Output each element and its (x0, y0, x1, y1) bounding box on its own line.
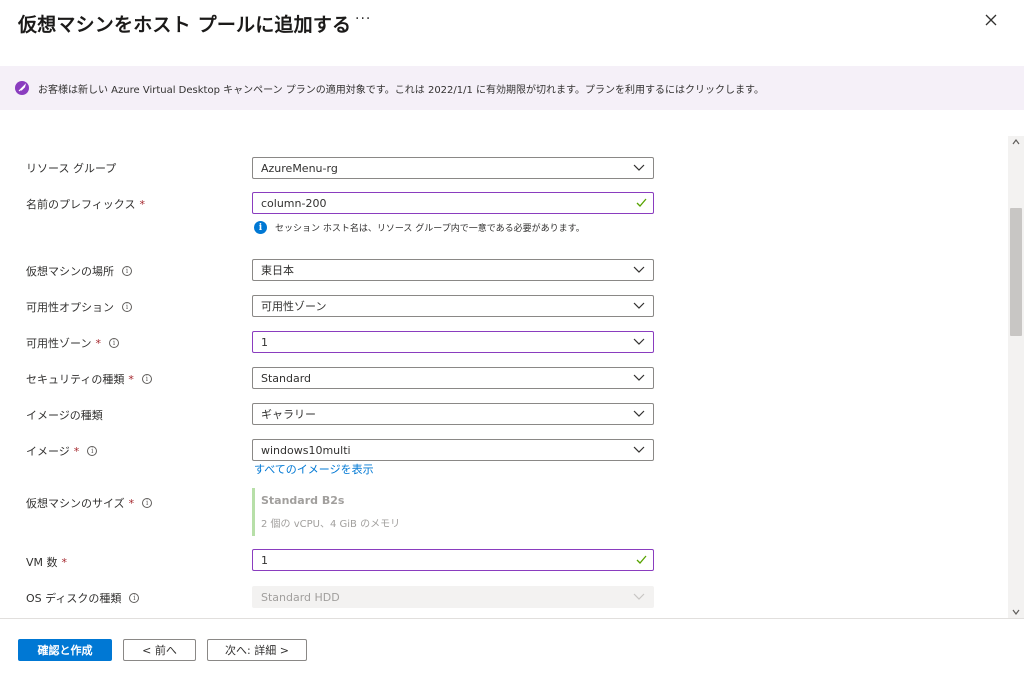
image-select[interactable]: windows10multi (252, 439, 654, 461)
required-marker: * (73, 444, 80, 458)
vm-count-value: 1 (261, 553, 268, 567)
availability-zone-label: 可用性ゾーン * i (26, 335, 119, 351)
availability-option-label-text: 可用性オプション (26, 301, 114, 314)
vm-count-input[interactable]: 1 (252, 549, 654, 571)
security-type-label: セキュリティの種類 * i (26, 371, 152, 387)
availability-option-label: 可用性オプション i (26, 299, 132, 315)
chevron-down-icon (633, 593, 645, 600)
page-title: 仮想マシンをホスト プールに追加する (18, 14, 352, 36)
required-marker: * (61, 555, 68, 569)
resource-group-select[interactable]: AzureMenu-rg (252, 157, 654, 179)
required-marker: * (128, 496, 135, 510)
form-content: リソース グループ AzureMenu-rg 名前のプレフィックス * colu… (0, 110, 1008, 618)
banner-text[interactable]: お客様は新しい Azure Virtual Desktop キャンペーン プラン… (38, 81, 764, 96)
availability-zone-value: 1 (261, 335, 268, 349)
os-disk-label: OS ディスクの種類 i (26, 590, 140, 606)
info-icon[interactable]: i (129, 593, 140, 603)
security-type-label-text: セキュリティの種類 (26, 373, 125, 386)
see-all-images-link[interactable]: すべてのイメージを表示 (254, 461, 374, 477)
info-icon[interactable]: i (108, 338, 119, 348)
os-disk-select: Standard HDD (252, 586, 654, 608)
vm-size-accent-bar (252, 488, 255, 536)
info-icon: i (254, 221, 267, 234)
vm-size-label: 仮想マシンのサイズ * i (26, 495, 153, 511)
more-icon[interactable]: ··· (355, 11, 371, 27)
info-icon[interactable]: i (142, 498, 153, 508)
availability-option-value: 可用性ゾーン (261, 300, 327, 313)
required-marker: * (95, 336, 101, 350)
scroll-down-icon[interactable] (1012, 609, 1020, 615)
image-label: イメージ * i (26, 443, 98, 459)
resource-group-label: リソース グループ (26, 160, 116, 176)
vm-count-label: VM 数 * (26, 554, 67, 570)
name-prefix-label: 名前のプレフィックス * (26, 196, 145, 212)
vm-size-name: Standard B2s (261, 494, 345, 507)
name-prefix-label-text: 名前のプレフィックス (26, 198, 136, 211)
required-marker: * (128, 372, 134, 386)
resource-group-value: AzureMenu-rg (261, 161, 338, 175)
vm-location-label: 仮想マシンの場所 i (26, 263, 132, 279)
vm-location-value: 東日本 (261, 264, 294, 277)
name-prefix-input[interactable]: column-200 (252, 192, 654, 214)
info-icon[interactable]: i (87, 446, 98, 456)
chevron-down-icon (633, 302, 645, 309)
availability-zone-label-text: 可用性ゾーン (26, 337, 92, 350)
rocket-icon (15, 81, 29, 95)
os-disk-value: Standard HDD (261, 590, 340, 604)
availability-zone-select[interactable]: 1 (252, 331, 654, 353)
checkmark-icon (636, 555, 647, 564)
vm-size-label-text: 仮想マシンのサイズ (26, 497, 125, 510)
image-type-label: イメージの種類 (26, 407, 103, 423)
image-type-label-text: イメージの種類 (26, 409, 103, 422)
scrollbar-thumb[interactable] (1010, 208, 1022, 336)
vm-size-description: 2 個の vCPU、4 GiB のメモリ (261, 519, 401, 530)
chevron-down-icon (633, 446, 645, 453)
vertical-scrollbar[interactable] (1008, 136, 1024, 618)
campaign-banner[interactable]: お客様は新しい Azure Virtual Desktop キャンペーン プラン… (0, 66, 1024, 110)
next-button[interactable]: 次へ: 詳細 > (207, 639, 307, 661)
chevron-down-icon (633, 266, 645, 273)
image-label-text: イメージ (26, 445, 70, 458)
image-value: windows10multi (261, 443, 351, 457)
name-prefix-value: column-200 (261, 196, 327, 210)
chevron-down-icon (633, 164, 645, 171)
info-icon[interactable]: i (141, 374, 152, 384)
vm-location-label-text: 仮想マシンの場所 (26, 265, 114, 278)
chevron-down-icon (633, 374, 645, 381)
resource-group-label-text: リソース グループ (26, 162, 117, 175)
close-icon[interactable] (983, 12, 999, 28)
blade-header: 仮想マシンをホスト プールに追加する ··· (0, 0, 1024, 48)
chevron-down-icon (633, 410, 645, 417)
vm-count-label-text: VM 数 (26, 556, 58, 569)
scroll-up-icon[interactable] (1012, 139, 1020, 145)
vm-location-select[interactable]: 東日本 (252, 259, 654, 281)
footer-bar: 確認と作成 < 前へ 次へ: 詳細 > (0, 618, 1024, 679)
security-type-select[interactable]: Standard (252, 367, 654, 389)
chevron-down-icon (633, 338, 645, 345)
checkmark-icon (636, 198, 647, 207)
os-disk-label-text: OS ディスクの種類 (26, 592, 122, 605)
image-type-value: ギャラリー (261, 408, 316, 421)
security-type-value: Standard (261, 371, 312, 385)
info-icon[interactable]: i (122, 302, 132, 312)
name-prefix-hint: i セッション ホスト名は、リソース グループ内で一意である必要があります。 (254, 221, 585, 234)
name-prefix-hint-text: セッション ホスト名は、リソース グループ内で一意である必要があります。 (275, 224, 585, 234)
image-type-select[interactable]: ギャラリー (252, 403, 654, 425)
availability-option-select[interactable]: 可用性ゾーン (252, 295, 654, 317)
previous-button[interactable]: < 前へ (123, 639, 196, 661)
required-marker: * (139, 197, 145, 211)
review-create-button[interactable]: 確認と作成 (18, 639, 112, 661)
info-icon[interactable]: i (122, 266, 132, 276)
